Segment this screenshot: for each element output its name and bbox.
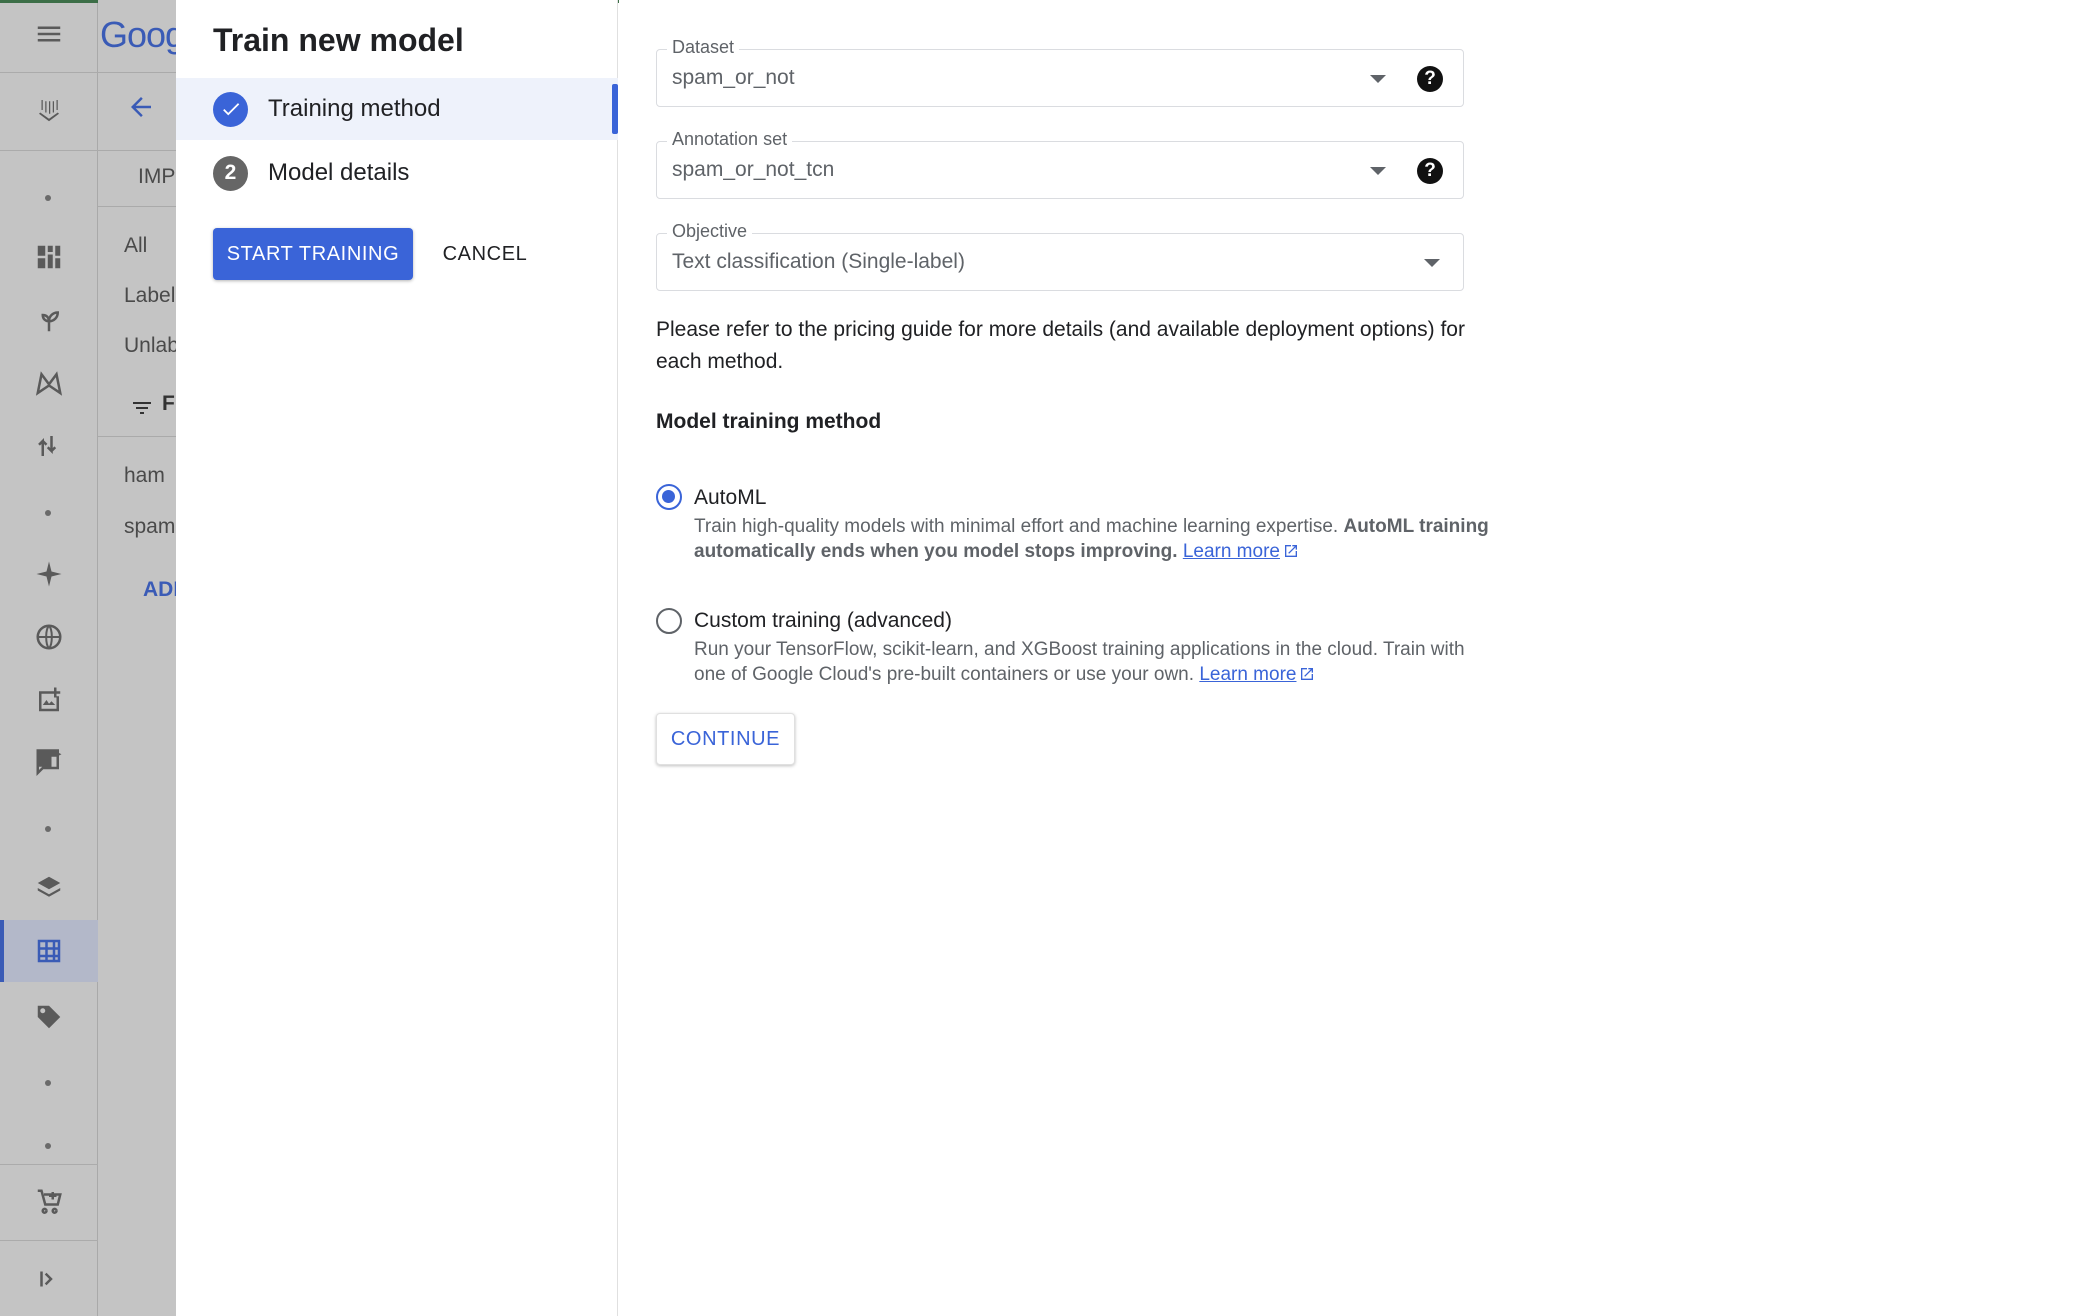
image-icon[interactable] [0,676,98,724]
step-label: Model details [268,159,410,186]
layers-icon[interactable] [0,864,98,912]
continue-button[interactable]: CONTINUE [656,713,795,765]
annotation-set-value: spam_or_not_tcn [672,158,835,181]
rail-divider [0,1240,98,1241]
model-garden-icon[interactable] [0,296,98,344]
globe-icon[interactable] [0,613,98,661]
pipelines-icon[interactable] [0,359,98,407]
rail-divider [0,72,98,73]
rail-divider [0,150,98,151]
add-label-link: ADD [143,578,176,601]
training-form: Dataset spam_or_not ? Annotation set spa… [619,0,2084,1316]
annotation-set-label: Annotation set [667,129,793,150]
sparkle-icon[interactable] [0,550,98,598]
nav-rail [0,0,2084,1316]
custom-training-radio[interactable] [656,608,682,634]
check-circle-icon [213,91,248,127]
custom-training-description: Run your TensorFlow, scikit-learn, and X… [694,637,1494,687]
marketplace-cart-icon[interactable] [0,1178,98,1226]
rail-dot [45,1080,51,1086]
google-cloud-logo: Goog [100,14,185,55]
filter-label: F [162,392,175,415]
import-tab: IMP [138,165,176,188]
step-number-badge: 2 [213,155,248,191]
annotation-set-select[interactable]: Annotation set spam_or_not_tcn ? [656,129,1464,199]
menu-icon[interactable] [0,10,98,58]
step-model-details[interactable]: 2 Model details [176,142,618,204]
datasets-icon[interactable] [0,927,98,975]
start-training-button[interactable]: START TRAINING [213,228,413,280]
external-link-icon [1284,545,1297,557]
link-text: Learn more [1182,541,1280,562]
objective-label: Objective [667,221,753,242]
method-section-title: Model training method [656,410,882,433]
step-label: Training method [268,95,441,122]
dropdown-arrow-icon [1370,167,1386,175]
rail-divider [0,1164,98,1165]
label-ham: ham [124,464,165,487]
filter-labeled: Label [124,284,176,307]
bg-divider [98,150,176,151]
dataset-label: Dataset [667,37,740,58]
step-training-method[interactable]: Training method [176,78,618,140]
link-text: Learn more [1199,664,1297,685]
help-icon[interactable]: ? [1417,66,1443,92]
back-arrow-icon [126,92,156,122]
bg-divider [98,206,176,207]
label-spam: spam [124,515,176,538]
expand-rail-icon[interactable] [0,1255,98,1303]
help-icon[interactable]: ? [1417,158,1443,184]
dataset-select[interactable]: Dataset spam_or_not ? [656,37,1464,107]
panel-title: Train new model [213,22,464,58]
pricing-note: Please refer to the pricing guide for mo… [656,318,1465,373]
objective-value: Text classification (Single-label) [672,250,965,273]
custom-desc-text: Run your TensorFlow, scikit-learn, and X… [694,639,1465,685]
rail-dot [45,826,51,832]
rail-dot [45,195,51,201]
automl-desc-text: Train high-quality models with minimal e… [694,516,1339,537]
filter-icon [130,396,154,425]
automl-title: AutoML [694,486,767,509]
dashboard-icon[interactable] [0,233,98,281]
objective-select[interactable]: Objective Text classification (Single-la… [656,221,1464,291]
cancel-button[interactable]: CANCEL [430,228,540,280]
label-tag-icon[interactable] [0,993,98,1041]
background-page: IMP All Label Unlab F ham spam ADD [98,0,176,1316]
automl-description: Train high-quality models with minimal e… [694,514,1494,564]
custom-learn-more-link[interactable]: Learn more [1199,664,1315,685]
dataset-value: spam_or_not [672,66,795,89]
experiments-icon[interactable] [0,422,98,470]
custom-training-title: Custom training (advanced) [694,609,952,632]
stepper-panel: Train new model Training method 2 Model … [176,0,618,1316]
external-link-icon [1301,668,1314,680]
automl-radio[interactable] [656,484,682,510]
bg-divider [98,436,176,437]
filter-unlabeled: Unlab [124,334,176,357]
automl-learn-more-link[interactable]: Learn more [1183,541,1299,562]
vertex-ai-icon[interactable] [0,84,98,136]
text-icon[interactable] [0,739,98,787]
dropdown-arrow-icon [1370,75,1386,83]
filter-all: All [124,234,148,257]
rail-dot [45,1143,51,1149]
dropdown-arrow-icon [1424,259,1440,267]
rail-dot [45,510,51,516]
bg-divider [98,72,176,73]
